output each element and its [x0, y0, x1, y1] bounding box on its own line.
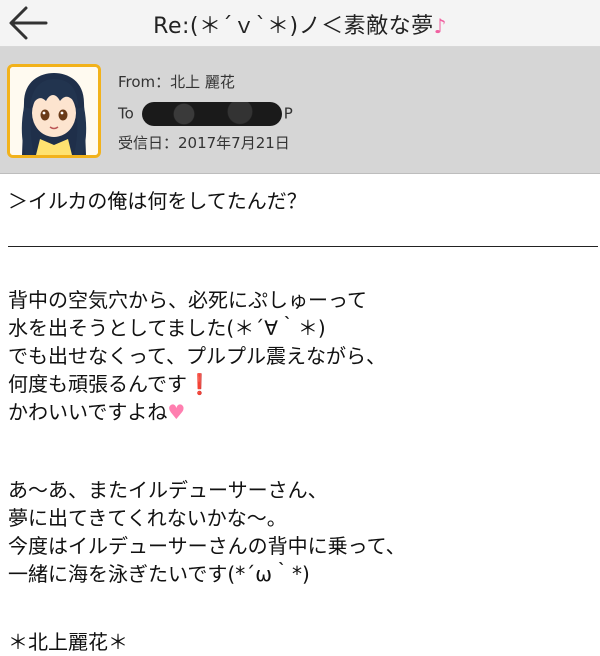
message-paragraph-1: 背中の空気穴から、必死にぷしゅーって 水を出そうとしてました(＊´∀｀＊) でも…: [8, 286, 592, 426]
recipient-to: To P: [118, 102, 293, 126]
heart-icon: ♥: [167, 400, 186, 424]
mail-subject-title: Re:(＊´ｖ`＊)ノ＜素敵な夢♪: [60, 8, 540, 40]
divider-line: [8, 246, 598, 247]
redacted-recipient: [141, 102, 282, 126]
message-quote: ＞イルカの俺は何をしてたんだ？: [8, 187, 592, 215]
mail-subject-text: Re:(＊´ｖ`＊)ノ＜素敵な夢: [153, 14, 434, 39]
received-date: 受信日：2017年7月21日: [118, 134, 290, 152]
message-paragraph-2: あ～あ、またイルデューサーさん、 夢に出てきてくれないかな～。 今度はイルデュー…: [8, 476, 592, 588]
mail-header: From：北上 麗花 To P 受信日：2017年7月21日: [0, 47, 600, 174]
quoted-line: ＞イルカの俺は何をしてたんだ？: [8, 189, 307, 213]
to-suffix: P: [283, 104, 293, 123]
message-line: 背中の空気穴から、必死にぷしゅーって: [8, 288, 367, 312]
message-line: あ～あ、またイルデューサーさん、: [8, 478, 328, 502]
top-bar: Re:(＊´ｖ`＊)ノ＜素敵な夢♪: [0, 0, 600, 47]
sender-avatar[interactable]: [7, 64, 101, 158]
message-line: かわいいですよね♥: [8, 400, 186, 424]
message-line: 何度も頑張るんです❗: [8, 372, 212, 396]
sender-from: From：北上 麗花: [118, 73, 235, 91]
message-line: でも出せなくって、プルプル震えながら、: [8, 344, 386, 368]
signature: ＊北上麗花＊: [8, 630, 128, 654]
message-line: 一緒に海を泳ぎたいです(*´ω｀*): [8, 562, 310, 586]
music-note-icon: ♪: [433, 14, 447, 38]
to-label: To: [118, 104, 134, 123]
message-line: 今度はイルデューサーさんの背中に乗って、: [8, 534, 406, 558]
back-arrow-icon[interactable]: [6, 4, 50, 42]
message-line: 夢に出てきてくれないかな～。: [8, 506, 287, 530]
exclamation-icon: ❗: [187, 372, 212, 396]
message-line: 水を出そうとしてました(＊´∀｀＊): [8, 316, 326, 340]
